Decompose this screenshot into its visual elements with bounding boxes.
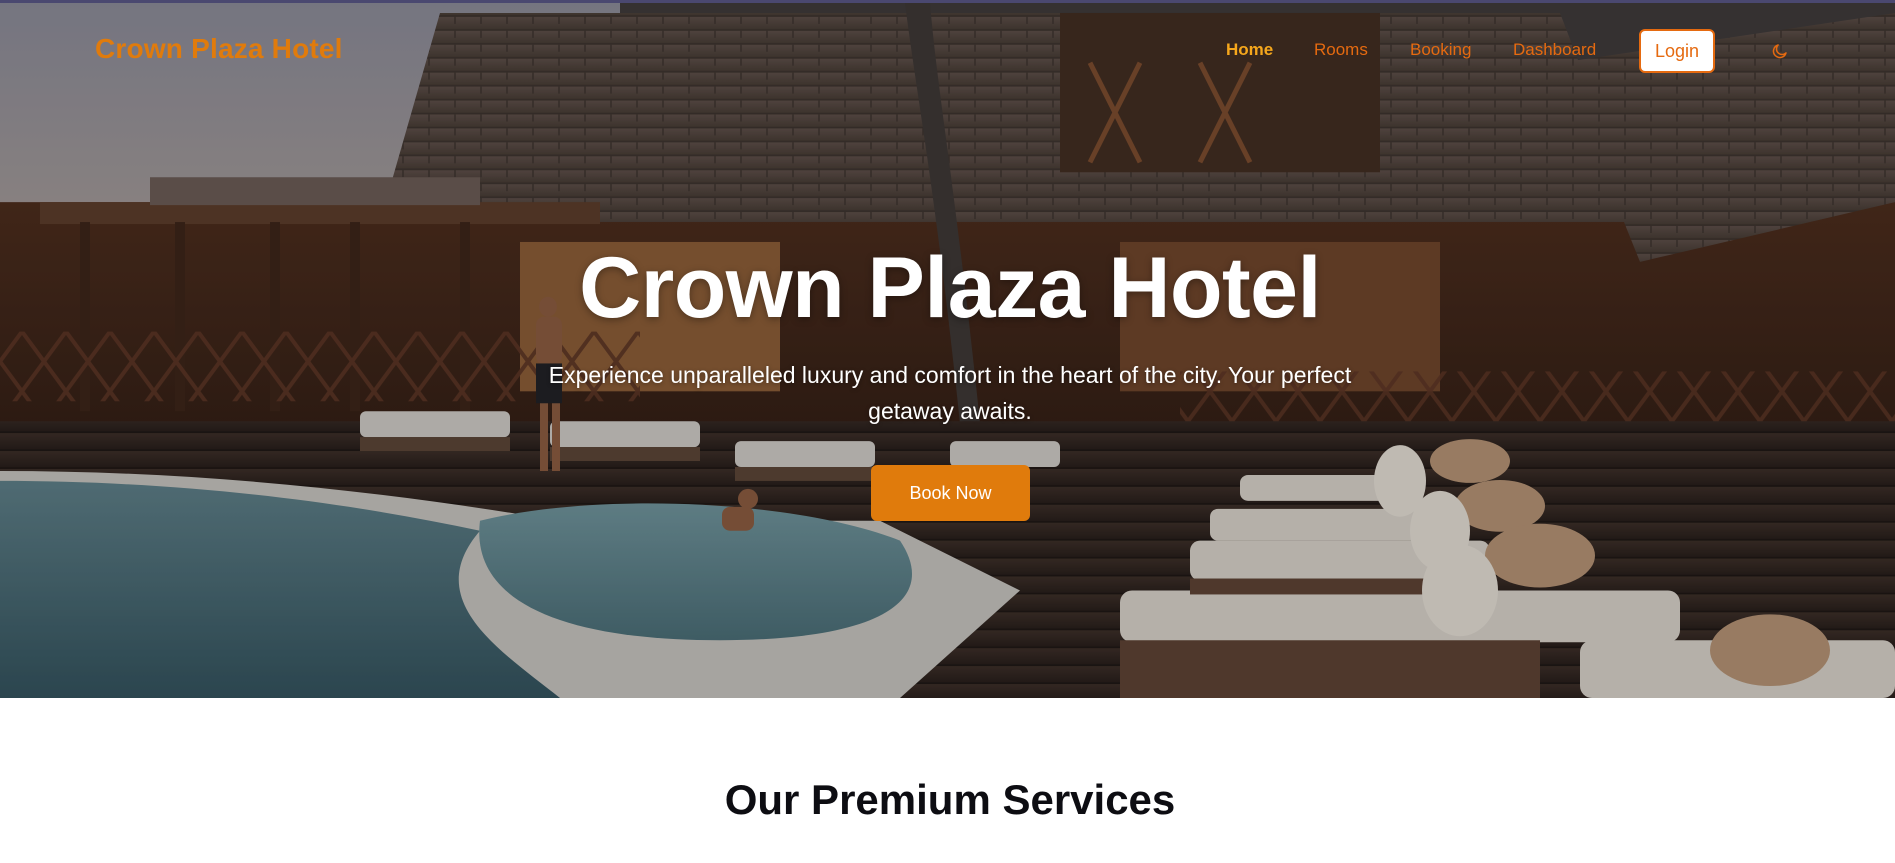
hero-content: Crown Plaza Hotel Experience unparallele… (0, 3, 1895, 698)
hero-subtitle: Experience unparalleled luxury and comfo… (548, 362, 1352, 424)
hero-title: Crown Plaza Hotel (579, 240, 1321, 336)
nav-link-home[interactable]: Home (1226, 40, 1273, 60)
hero-section: Crown Plaza Hotel Home Rooms Booking Das… (0, 0, 1895, 698)
theme-toggle-button[interactable] (1768, 39, 1792, 63)
book-now-button[interactable]: Book Now (871, 465, 1030, 521)
nav-link-dashboard[interactable]: Dashboard (1513, 40, 1596, 60)
nav-link-booking[interactable]: Booking (1410, 40, 1471, 60)
services-heading: Our Premium Services (724, 776, 1176, 823)
brand-logo-link[interactable]: Crown Plaza Hotel (95, 33, 343, 65)
login-button[interactable]: Login (1639, 29, 1715, 73)
nav-link-rooms[interactable]: Rooms (1314, 40, 1368, 60)
moon-icon (1772, 44, 1787, 59)
navbar: Crown Plaza Hotel Home Rooms Booking Das… (0, 3, 1895, 99)
